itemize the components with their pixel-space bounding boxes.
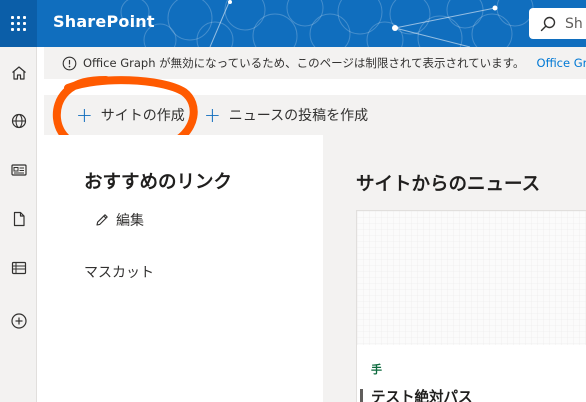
edit-label: 編集 <box>116 213 144 229</box>
rail-files-button[interactable] <box>0 199 37 239</box>
document-icon <box>13 211 25 227</box>
quick-links-title: おすすめのリンク <box>84 172 233 193</box>
create-news-label: ニュースの投稿を作成 <box>228 108 369 124</box>
search-box[interactable]: Sh <box>529 8 586 39</box>
news-icon <box>10 164 27 176</box>
rail-home-button[interactable] <box>0 53 37 93</box>
create-site-label: サイトの作成 <box>100 108 185 124</box>
waffle-icon <box>11 16 26 31</box>
search-placeholder: Sh <box>565 15 583 32</box>
edit-links-button[interactable]: 編集 <box>94 210 144 230</box>
command-bar: + サイトの作成 + ニュースの投稿を作成 <box>44 95 586 135</box>
news-card[interactable]: 手 テスト絶対パス <box>356 210 586 402</box>
plus-icon: + <box>76 103 93 127</box>
create-news-button[interactable]: + ニュースの投稿を作成 <box>204 95 368 135</box>
banner-message: Office Graph が無効になっているため、このページは制限されて表示され… <box>83 56 525 70</box>
left-rail <box>0 47 37 402</box>
rail-sites-button[interactable] <box>0 101 37 141</box>
info-banner: Office Graph が無効になっているため、このページは制限されて表示され… <box>44 47 586 79</box>
rail-create-button[interactable] <box>0 301 37 341</box>
create-site-button[interactable]: + サイトの作成 <box>76 95 185 135</box>
search-icon <box>540 16 556 31</box>
pencil-icon <box>96 214 108 226</box>
news-thumbnail <box>357 211 586 345</box>
plus-icon: + <box>204 103 221 127</box>
app-launcher-button[interactable] <box>0 0 37 47</box>
suite-bar: SharePoint Sh <box>0 0 586 47</box>
add-circle-icon <box>10 313 27 329</box>
news-divider <box>360 389 363 402</box>
list-icon <box>11 261 26 275</box>
info-icon <box>62 56 77 70</box>
news-tag: 手 <box>371 363 382 376</box>
home-icon <box>11 66 26 80</box>
globe-icon <box>11 113 26 129</box>
rail-news-button[interactable] <box>0 150 37 190</box>
banner-link[interactable]: Office Gr <box>537 56 586 70</box>
news-headline: テスト絶対パス <box>371 390 473 402</box>
app-name[interactable]: SharePoint <box>53 12 155 31</box>
quick-link-item[interactable]: マスカット <box>84 262 154 282</box>
rail-lists-button[interactable] <box>0 248 37 288</box>
news-section-title: サイトからのニュース <box>356 174 541 195</box>
